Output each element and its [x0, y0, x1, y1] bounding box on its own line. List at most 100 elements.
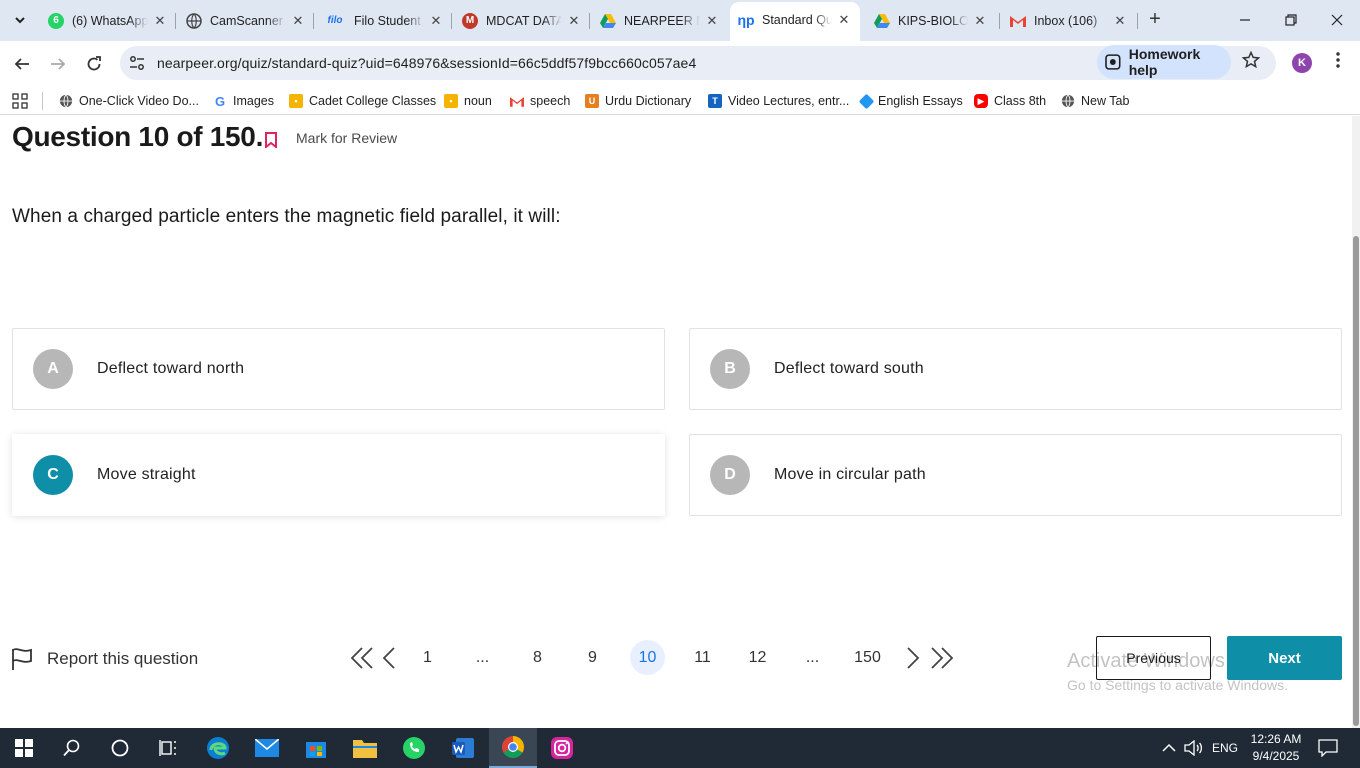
page-150[interactable]: 150 [850, 640, 885, 675]
tab-title: MDCAT DATA [486, 13, 562, 28]
bookmark-cadet-college[interactable]: ▪ Cadet College Classes [289, 92, 436, 110]
tab-strip: 6 (6) WhatsApp ✕ CamScanner ✕ filo Filo … [0, 0, 1360, 41]
bookmark-english-essays[interactable]: English Essays [858, 92, 963, 110]
close-icon[interactable]: ✕ [836, 12, 852, 28]
close-icon[interactable]: ✕ [704, 13, 720, 29]
close-icon[interactable]: ✕ [152, 13, 168, 29]
bookmark-icon[interactable] [264, 132, 278, 148]
bookmark-class-8th[interactable]: ▶ Class 8th [974, 92, 1046, 110]
taskbar-word[interactable] [439, 728, 487, 768]
back-button[interactable] [9, 51, 35, 77]
taskbar-file-explorer[interactable] [341, 728, 389, 768]
mark-for-review-link[interactable]: Mark for Review [296, 130, 397, 146]
volume-button[interactable] [1184, 728, 1204, 768]
page-8[interactable]: 8 [520, 640, 555, 675]
close-icon[interactable]: ✕ [972, 13, 988, 29]
bookmark-urdu-dictionary[interactable]: U Urdu Dictionary [585, 92, 691, 110]
close-icon[interactable]: ✕ [1112, 13, 1128, 29]
page-1[interactable]: 1 [410, 640, 445, 675]
restore-button[interactable] [1268, 0, 1314, 40]
apps-grid-icon[interactable] [12, 93, 28, 109]
option-a[interactable]: A Deflect toward north [12, 328, 665, 410]
bookmark-noun[interactable]: ▪ noun [444, 92, 492, 110]
page-ellipsis[interactable]: ... [465, 640, 500, 675]
cortana-button[interactable] [96, 728, 144, 768]
minimize-button[interactable] [1222, 0, 1268, 40]
next-button[interactable]: Next [1227, 636, 1342, 680]
close-icon[interactable]: ✕ [290, 13, 306, 29]
google-drive-icon [874, 13, 890, 29]
homework-help-label: Homework help [1128, 46, 1201, 78]
notifications-button[interactable] [1318, 728, 1338, 768]
option-letter: A [33, 349, 73, 389]
url-text[interactable]: nearpeer.org/quiz/standard-quiz?uid=6489… [157, 55, 696, 71]
task-view-button[interactable] [144, 728, 192, 768]
system-clock[interactable]: 12:26 AM 9/4/2025 [1242, 731, 1310, 765]
tab-nearpeer-drive[interactable]: NEARPEER N ✕ [592, 6, 728, 35]
bookmark-label: Class 8th [994, 94, 1047, 108]
page-10-current[interactable]: 10 [630, 640, 665, 675]
tab-filo[interactable]: filo Filo Student ✕ [316, 6, 452, 35]
more-vertical-icon [1336, 52, 1340, 68]
option-b[interactable]: B Deflect toward south [689, 328, 1342, 410]
bookmark-star-button[interactable] [1240, 50, 1262, 73]
bookmark-one-click-video[interactable]: One-Click Video Do... [59, 92, 199, 110]
search-button[interactable] [48, 728, 96, 768]
reload-button[interactable] [81, 51, 107, 77]
essays-icon [858, 93, 875, 109]
taskbar-chrome[interactable] [489, 728, 537, 768]
tab-title: Standard Qu [762, 12, 832, 27]
site-info-icon[interactable] [128, 54, 146, 72]
page-11[interactable]: 11 [685, 640, 720, 675]
bookmark-images[interactable]: G Images [213, 92, 274, 110]
option-d[interactable]: D Move in circular path [689, 434, 1342, 516]
task-view-icon [159, 740, 176, 756]
close-icon[interactable]: ✕ [566, 13, 582, 29]
option-c[interactable]: C Move straight [12, 434, 665, 516]
page-ellipsis[interactable]: ... [795, 640, 830, 675]
new-tab-button[interactable]: + [1144, 9, 1166, 31]
search-icon [63, 739, 80, 757]
profile-avatar[interactable]: K [1292, 53, 1312, 73]
tab-gmail-inbox[interactable]: Inbox (106) ✕ [1002, 6, 1136, 35]
taskbar-instagram[interactable] [538, 728, 586, 768]
bookmark-video-lectures[interactable]: T Video Lectures, entr... [708, 92, 849, 110]
option-letter: C [33, 455, 73, 495]
option-text: Deflect toward south [774, 360, 924, 377]
chevron-left-icon[interactable] [379, 645, 405, 671]
close-icon[interactable]: ✕ [428, 13, 444, 29]
taskbar-store[interactable] [292, 728, 340, 768]
last-page-icon[interactable] [929, 645, 955, 671]
mdcat-icon: M [462, 12, 478, 29]
first-page-icon[interactable] [349, 645, 375, 671]
page-12[interactable]: 12 [740, 640, 775, 675]
youtube-icon: ▶ [974, 94, 988, 108]
forward-button[interactable] [45, 51, 71, 77]
bookmark-speech[interactable]: speech [510, 92, 570, 110]
scrollbar-thumb[interactable] [1353, 236, 1359, 726]
bookmarks-bar: One-Click Video Do... G Images ▪ Cadet C… [0, 86, 1360, 115]
start-button[interactable] [0, 728, 48, 768]
homework-help-button[interactable]: Homework help [1097, 45, 1231, 79]
page-scrollbar[interactable] [1352, 116, 1360, 728]
tab-kips-biology[interactable]: KIPS-BIOLO ✕ [866, 6, 996, 35]
tab-whatsapp[interactable]: 6 (6) WhatsApp ✕ [40, 6, 176, 35]
tray-chevron[interactable] [1162, 728, 1176, 768]
browser-menu-button[interactable] [1330, 52, 1346, 74]
bookmark-new-tab[interactable]: New Tab [1061, 92, 1129, 110]
chevron-right-icon[interactable] [899, 645, 925, 671]
previous-button[interactable]: Previous [1096, 636, 1211, 680]
taskbar-mail[interactable] [243, 728, 291, 768]
language-indicator[interactable]: ENG [1212, 728, 1238, 768]
tab-search-button[interactable] [8, 8, 32, 32]
tab-mdcat[interactable]: M MDCAT DATA ✕ [454, 6, 590, 35]
close-window-button[interactable] [1314, 0, 1360, 40]
bookmark-label: Urdu Dictionary [605, 94, 692, 108]
tab-standard-quiz[interactable]: ηp Standard Qu ✕ [730, 2, 860, 41]
taskbar-edge[interactable] [194, 728, 242, 768]
report-question-link[interactable]: Report this question [10, 647, 198, 671]
page-9[interactable]: 9 [575, 640, 610, 675]
taskbar-whatsapp[interactable] [390, 728, 438, 768]
tab-camscanner[interactable]: CamScanner ✕ [178, 6, 314, 35]
dictionary-icon: U [585, 94, 599, 108]
